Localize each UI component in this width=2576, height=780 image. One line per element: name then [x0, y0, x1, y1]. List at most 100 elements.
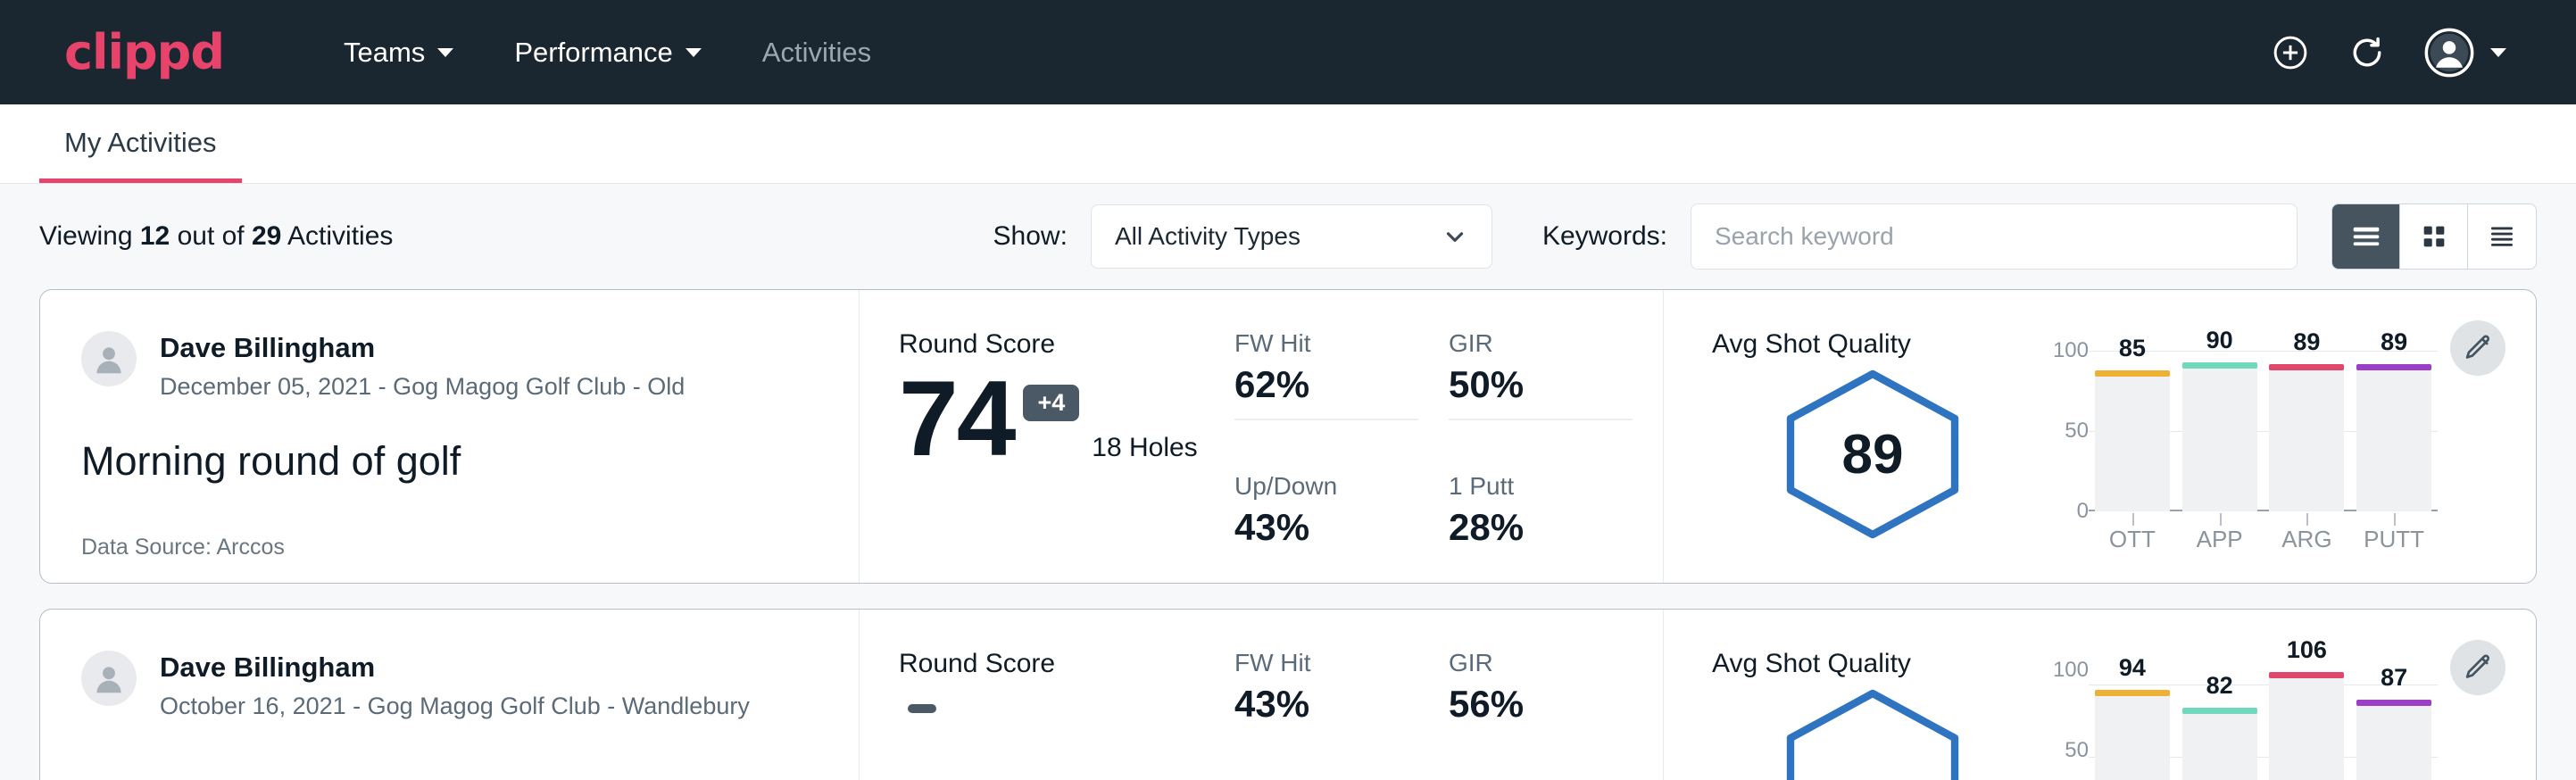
- avatar: [81, 651, 137, 706]
- y-tick-50: 50: [2065, 419, 2089, 444]
- edit-activity-button[interactable]: [2450, 640, 2505, 695]
- round-stats-grid: FW Hit 43% GIR 56%: [1234, 610, 1663, 780]
- bar-group-putt: 87: [2356, 670, 2431, 780]
- bar-value-arg: 89: [2269, 328, 2344, 356]
- bar-ott: [2095, 375, 2170, 511]
- bar-putt: [2356, 704, 2431, 780]
- stat-gir: GIR 50%: [1449, 329, 1663, 472]
- clippd-logo[interactable]: clippd: [64, 24, 224, 80]
- avg-shot-quality-hex-block: Avg Shot Quality 89: [1712, 329, 2033, 583]
- compact-view-icon: [2486, 220, 2518, 253]
- chevron-down-icon: [1442, 223, 1468, 250]
- bar-putt: [2356, 369, 2431, 511]
- activity-card[interactable]: Dave Billingham December 05, 2021 - Gog …: [39, 289, 2537, 584]
- round-score-value: 74: [899, 365, 1014, 472]
- stat-fw-hit-label: FW Hit: [1234, 329, 1418, 358]
- grid-view-button[interactable]: [2400, 204, 2468, 269]
- edit-activity-button[interactable]: [2450, 320, 2505, 376]
- account-menu[interactable]: [2424, 28, 2506, 78]
- y-tick-100: 100: [2053, 338, 2089, 363]
- account-icon: [2424, 28, 2474, 78]
- stat-one-putt-value: 28%: [1449, 506, 1633, 549]
- avg-shot-quality-column: Avg Shot Quality 100 50 0: [1663, 610, 2536, 780]
- round-score-badge: [908, 704, 936, 713]
- activity-date-course: October 16, 2021 - Gog Magog Golf Club -…: [160, 693, 750, 720]
- tab-my-activities[interactable]: My Activities: [39, 127, 242, 183]
- view-mode-toggle-group: [2331, 203, 2537, 270]
- nav-item-performance[interactable]: Performance: [484, 37, 731, 69]
- round-score-label: Round Score: [899, 329, 1234, 360]
- stat-gir: GIR 56%: [1449, 649, 1663, 780]
- divider: [1449, 419, 1633, 420]
- bar-arg: [2269, 676, 2344, 780]
- top-nav-actions: [2271, 28, 2537, 78]
- viewing-mid: out of: [170, 221, 252, 251]
- bar-group-putt: 89: [2356, 351, 2431, 511]
- viewing-suffix: Activities: [281, 221, 393, 251]
- round-holes-label: 18 Holes: [1092, 433, 1197, 472]
- refresh-icon[interactable]: [2347, 33, 2387, 72]
- bar-group-ott: 85: [2095, 351, 2170, 511]
- bar-group-arg: 106: [2269, 670, 2344, 780]
- stat-gir-value: 56%: [1449, 683, 1633, 726]
- avg-shot-quality-value: 89: [1774, 367, 1971, 542]
- x-label-ott: OTT: [2095, 526, 2170, 553]
- bar-chart-plot-area: 100 50 0 94: [2033, 670, 2438, 780]
- avg-shot-quality-label: Avg Shot Quality: [1712, 649, 2033, 679]
- avatar: [81, 331, 137, 386]
- stat-fw-hit-value: 43%: [1234, 683, 1418, 726]
- list-view-icon: [2349, 220, 2383, 253]
- add-icon[interactable]: [2271, 33, 2310, 72]
- bar-group-app: 82: [2182, 670, 2257, 780]
- avg-shot-quality-column: Avg Shot Quality 89 100 50 0: [1663, 290, 2536, 583]
- activity-type-select[interactable]: All Activity Types: [1091, 204, 1492, 269]
- bar-group-ott: 94: [2095, 670, 2170, 780]
- bar-value-putt: 87: [2356, 664, 2431, 692]
- x-label-app: APP: [2182, 526, 2257, 553]
- stat-fw-hit-label: FW Hit: [1234, 649, 1418, 677]
- search-input-wrapper[interactable]: [1691, 203, 2298, 270]
- bar-value-ott: 85: [2095, 335, 2170, 362]
- stat-up-down-label: Up/Down: [1234, 472, 1418, 501]
- avg-shot-quality-hex-block: Avg Shot Quality: [1712, 649, 2033, 780]
- viewing-total: 29: [252, 221, 281, 251]
- y-axis: 100 50 0: [2033, 670, 2089, 780]
- tab-bar: My Activities: [0, 104, 2576, 184]
- round-score-label: Round Score: [899, 649, 1234, 679]
- filter-bar: Viewing 12 out of 29 Activities Show: Al…: [0, 184, 2576, 289]
- y-tick-50: 50: [2065, 738, 2089, 763]
- bar-chart-plot-area: 100 50 0 85: [2033, 351, 2438, 511]
- divider: [1234, 419, 1418, 420]
- bar-app: [2182, 712, 2257, 780]
- y-axis: 100 50 0: [2033, 351, 2089, 511]
- round-score-column: Round Score: [860, 610, 1234, 780]
- avg-shot-quality-label: Avg Shot Quality: [1712, 329, 2033, 360]
- avg-shot-quality-value: [1774, 686, 1971, 780]
- stat-gir-label: GIR: [1449, 329, 1633, 358]
- bar-value-ott: 94: [2095, 654, 2170, 682]
- activity-type-select-value: All Activity Types: [1115, 222, 1300, 251]
- activity-meta-column: Dave Billingham December 05, 2021 - Gog …: [40, 290, 860, 583]
- stat-gir-value: 50%: [1449, 363, 1633, 406]
- nav-item-teams[interactable]: Teams: [313, 37, 484, 69]
- avg-shot-quality-hexagon: 89: [1712, 367, 2033, 542]
- round-score-badge: +4: [1023, 385, 1079, 421]
- list-view-button[interactable]: [2332, 204, 2400, 269]
- search-input[interactable]: [1715, 222, 2273, 251]
- y-tick-100: 100: [2053, 658, 2089, 683]
- activity-user-block: Dave Billingham October 16, 2021 - Gog M…: [81, 651, 859, 720]
- chevron-down-icon: [2490, 48, 2506, 57]
- compact-view-button[interactable]: [2468, 204, 2536, 269]
- bar-value-putt: 89: [2356, 328, 2431, 356]
- bar-arg: [2269, 369, 2344, 511]
- tab-my-activities-label: My Activities: [64, 127, 217, 158]
- chevron-down-icon: [437, 48, 453, 57]
- stat-gir-label: GIR: [1449, 649, 1633, 677]
- stat-up-down-value: 43%: [1234, 506, 1418, 549]
- activity-user-name: Dave Billingham: [160, 331, 685, 366]
- activity-card[interactable]: Dave Billingham October 16, 2021 - Gog M…: [39, 609, 2537, 780]
- avg-shot-quality-hexagon: [1712, 686, 2033, 780]
- nav-item-activities-label: Activities: [762, 37, 871, 69]
- stat-one-putt-label: 1 Putt: [1449, 472, 1633, 501]
- nav-item-activities[interactable]: Activities: [732, 37, 902, 69]
